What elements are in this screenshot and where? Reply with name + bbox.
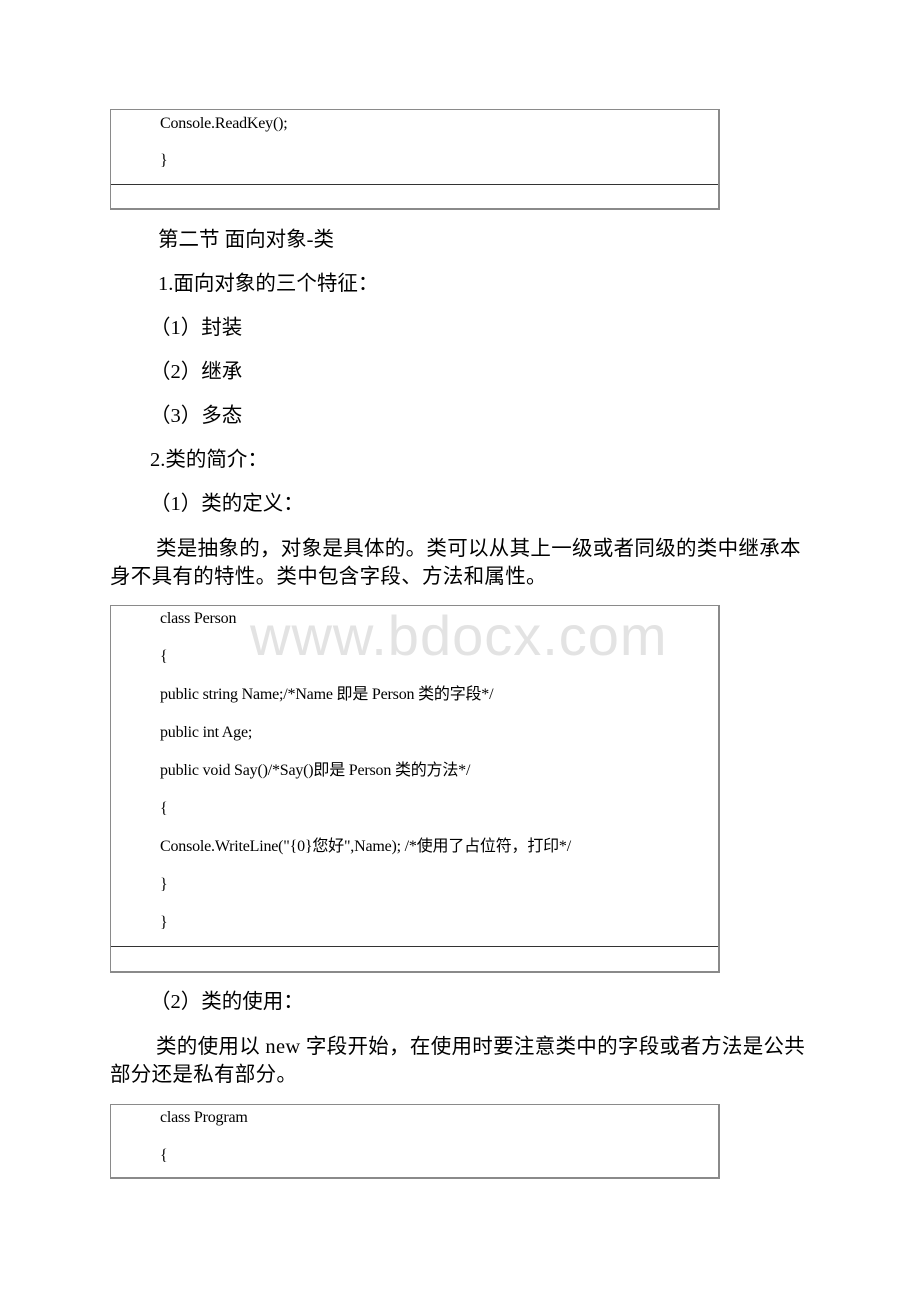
code-line: Console.ReadKey(); xyxy=(160,115,288,132)
code-line: { xyxy=(160,800,168,817)
code-block-readkey: Console.ReadKey(); } xyxy=(110,109,720,210)
code-line: } xyxy=(160,876,168,893)
sub-heading: （2）类的使用： xyxy=(150,991,304,1013)
list-heading: 2.类的简介： xyxy=(150,449,268,471)
paragraph: 类是抽象的，对象是具体的。类可以从其上一级或者同级的类中继承本身不具有的特性。类… xyxy=(110,538,801,588)
code-line: { xyxy=(160,648,168,665)
code-block-footer-row xyxy=(111,946,718,947)
sub-heading: （1）类的定义： xyxy=(150,493,304,515)
code-block-footer-row xyxy=(111,184,718,185)
list-item: （3）多态 xyxy=(150,405,243,427)
code-line: Console.WriteLine("{0}您好",Name); /*使用了占位… xyxy=(160,838,571,855)
code-block-person-class: class Person { public string Name;/*Name… xyxy=(110,605,720,973)
code-line: { xyxy=(160,1147,168,1164)
paragraph: 类的使用以 new 字段开始，在使用时要注意类中的字段或者方法是公共部分还是私有… xyxy=(110,1036,806,1086)
code-line: public void Say()/*Say()即是 Person 类的方法*/ xyxy=(160,762,471,779)
list-item: （2）继承 xyxy=(150,361,243,383)
code-line: class Program xyxy=(160,1109,248,1126)
code-block-program-class: class Program { xyxy=(110,1104,720,1179)
code-line: public int Age; xyxy=(160,724,253,741)
list-item: （1）封装 xyxy=(150,317,243,339)
code-line: public string Name;/*Name 即是 Person 类的字段… xyxy=(160,686,494,703)
code-line: } xyxy=(160,914,168,931)
list-heading: 1.面向对象的三个特征： xyxy=(158,273,379,295)
code-line: class Person xyxy=(160,610,237,627)
section-title: 第二节 面向对象-类 xyxy=(158,229,334,251)
code-line: } xyxy=(160,152,168,169)
